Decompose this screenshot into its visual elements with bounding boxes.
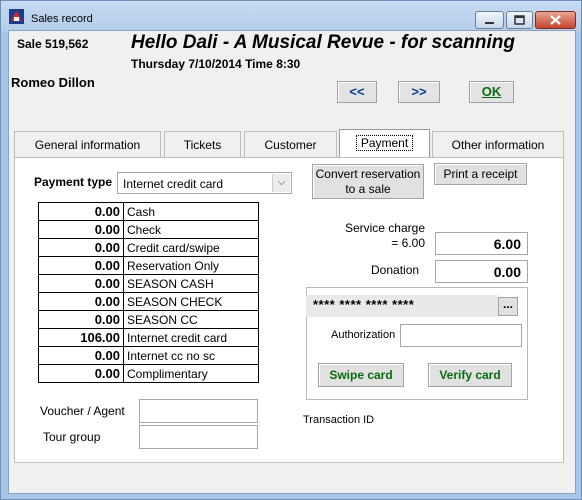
convert-label-line1: Convert reservation [315,167,421,181]
payment-type-select[interactable]: Internet credit card ⌵ [117,172,292,194]
payment-method-cell: SEASON CHECK [123,292,259,311]
maximize-icon [514,15,525,25]
payment-type-label: Payment type [34,175,113,189]
payment-row: 0.00 Reservation Only [38,256,259,275]
tab-general-information[interactable]: General information [14,131,161,157]
minimize-icon [485,22,494,24]
transaction-id-label: Transaction ID [303,414,375,426]
payment-method-cell: Credit card/swipe [123,238,259,257]
payment-row: 0.00 SEASON CHECK [38,292,259,311]
tour-group-field[interactable] [139,425,258,449]
title-bar[interactable]: Sales record [1,1,581,31]
ok-button[interactable]: OK [469,81,514,103]
voucher-agent-field[interactable] [139,399,258,423]
verify-card-button[interactable]: Verify card [428,363,512,387]
tab-other-information[interactable]: Other information [432,131,564,157]
authorization-label: Authorization [331,329,396,341]
payment-row: 0.00 Internet cc no sc [38,346,259,365]
payment-method-cell: SEASON CASH [123,274,259,293]
payment-row: 0.00 Credit card/swipe [38,238,259,257]
payment-amount-cell[interactable]: 0.00 [38,256,124,275]
donation-field[interactable]: 0.00 [435,260,528,283]
convert-reservation-button[interactable]: Convert reservation to a sale [312,164,424,199]
maximize-button[interactable] [506,11,533,29]
service-charge-formula: = 6.00 [391,236,425,250]
payment-method-cell: SEASON CC [123,310,259,329]
window-title: Sales record [31,13,93,25]
customer-name: Romeo Dillon [11,75,95,90]
payment-method-cell: Cash [123,202,259,221]
convert-label-line2: to a sale [345,182,391,196]
payment-amount-cell[interactable]: 106.00 [38,328,124,347]
payment-amount-cell[interactable]: 0.00 [38,238,124,257]
payment-method-cell: Internet credit card [123,328,259,347]
payment-type-value: Internet credit card [123,177,224,191]
tab-tickets[interactable]: Tickets [164,131,241,157]
payment-method-cell: Complimentary [123,364,259,383]
payment-amount-cell[interactable]: 0.00 [38,220,124,239]
card-more-button[interactable]: ... [498,297,518,316]
service-charge-label: Service charge [344,221,425,235]
tab-payment-label: Payment [355,135,414,151]
payment-method-cell: Reservation Only [123,256,259,275]
sale-number: Sale 519,562 [17,37,89,51]
payment-amount-cell[interactable]: 0.00 [38,364,124,383]
close-icon [550,15,561,25]
card-number-field[interactable]: **** **** **** **** [306,295,498,317]
payment-breakdown-table: 0.00 Cash 0.00 Check 0.00 Credit card/swipe 0.… [38,202,259,383]
donation-label: Donation [371,263,420,277]
voucher-agent-label: Voucher / Agent [40,404,125,418]
tour-group-label: Tour group [43,430,101,444]
payment-amount-cell[interactable]: 0.00 [38,202,124,221]
payment-row: 0.00 Complimentary [38,364,259,383]
payment-amount-cell[interactable]: 0.00 [38,292,124,311]
payment-row: 0.00 SEASON CASH [38,274,259,293]
print-receipt-button[interactable]: Print a receipt [434,163,527,185]
performance-datetime: Thursday 7/10/2014 Time 8:30 [131,57,301,71]
payment-row: 0.00 Check [38,220,259,239]
minimize-button[interactable] [475,11,504,29]
swipe-card-button[interactable]: Swipe card [318,363,404,387]
close-button[interactable] [535,11,576,29]
authorization-field[interactable] [400,324,522,347]
app-icon [9,9,24,24]
payment-amount-cell[interactable]: 0.00 [38,310,124,329]
tab-payment[interactable]: Payment [339,129,430,157]
tab-customer[interactable]: Customer [244,131,337,157]
chevron-down-icon[interactable]: ⌵ [272,174,290,192]
payment-amount-cell[interactable]: 0.00 [38,346,124,365]
previous-button[interactable]: << [337,81,377,103]
payment-row: 106.00 Internet credit card [38,328,259,347]
next-button[interactable]: >> [398,81,440,103]
service-charge-field[interactable]: 6.00 [435,232,528,255]
payment-method-cell: Check [123,220,259,239]
show-title: Hello Dali - A Musical Revue - for scann… [131,32,515,53]
payment-row: 0.00 Cash [38,202,259,221]
payment-amount-cell[interactable]: 0.00 [38,274,124,293]
payment-method-cell: Internet cc no sc [123,346,259,365]
payment-row: 0.00 SEASON CC [38,310,259,329]
